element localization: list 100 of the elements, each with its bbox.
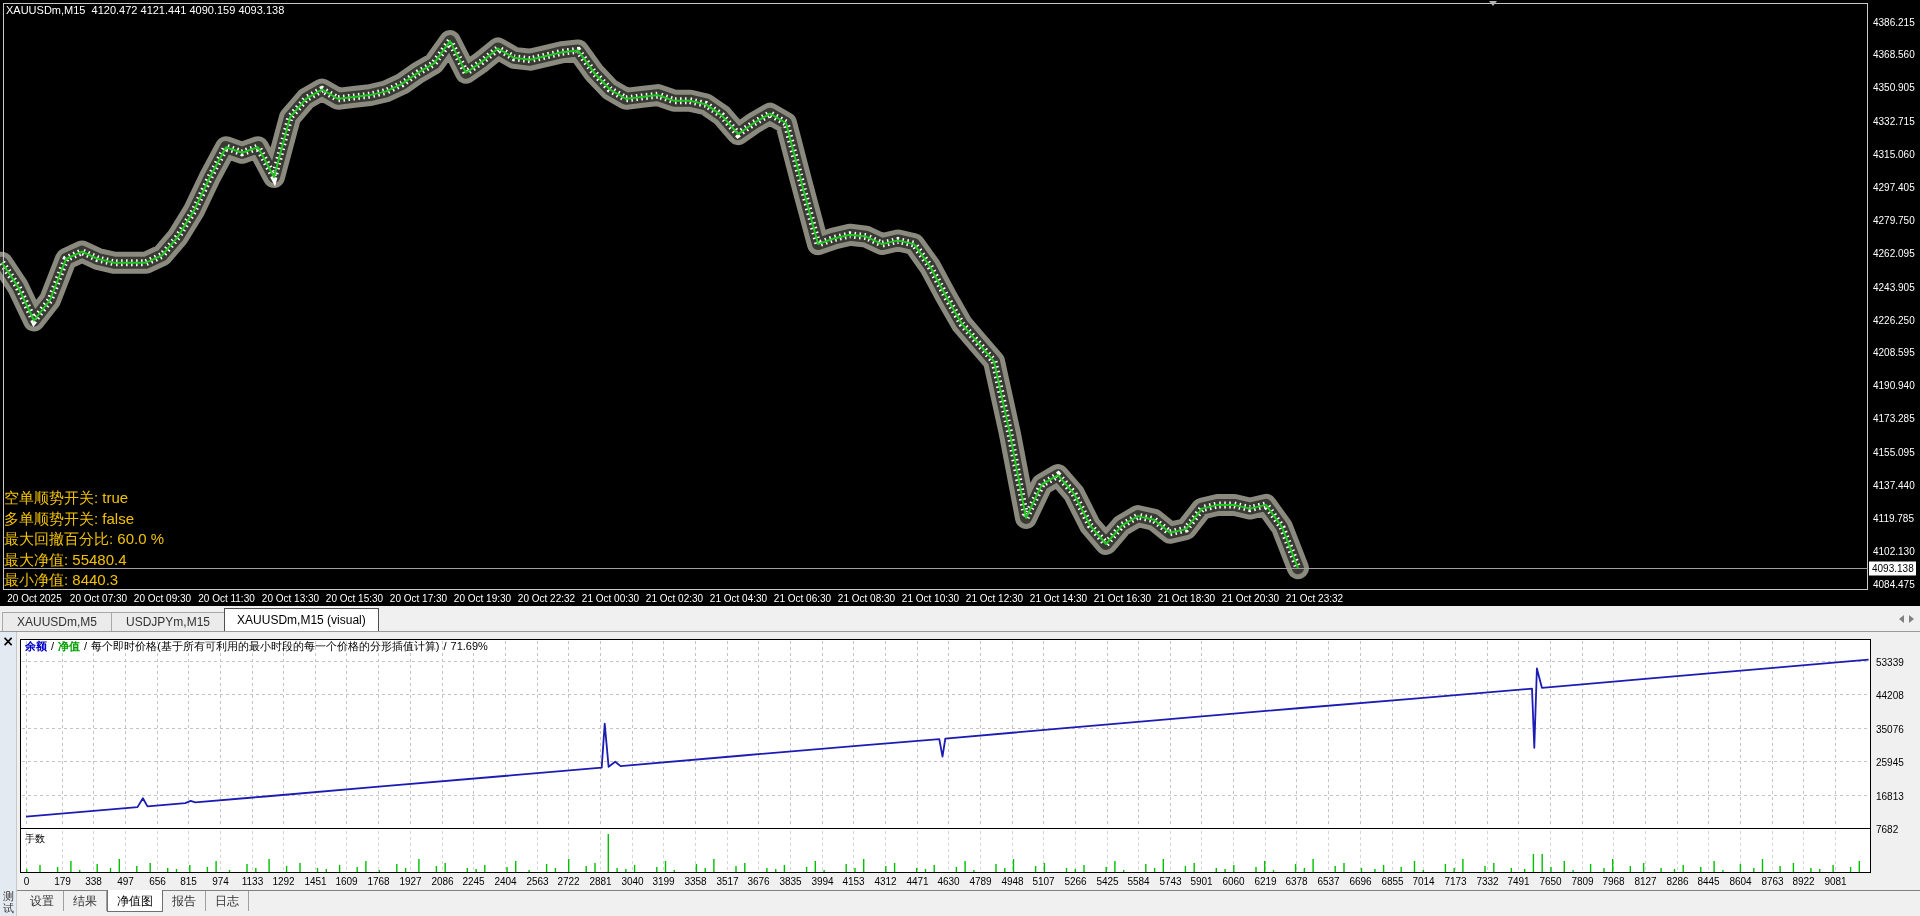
time-axis-label: 20 Oct 22:32 — [517, 593, 576, 604]
time-axis-label: 20 Oct 09:30 — [133, 593, 192, 604]
x-axis-label: 7491 — [1507, 876, 1530, 887]
x-axis-label: 8286 — [1666, 876, 1689, 887]
price-axis-label: 4262.095 — [1873, 247, 1915, 259]
x-axis-label: 338 — [85, 876, 102, 887]
x-axis-label: 179 — [54, 876, 71, 887]
x-axis-label: 2563 — [526, 876, 549, 887]
x-axis-label: 4948 — [1001, 876, 1024, 887]
time-axis-label: 21 Oct 02:30 — [645, 593, 704, 604]
close-button[interactable]: × — [2, 634, 14, 648]
time-axis-label: 21 Oct 18:30 — [1157, 593, 1216, 604]
time-axis-label: 21 Oct 23:32 — [1285, 593, 1344, 604]
x-axis-label: 1609 — [335, 876, 358, 887]
tester-tab[interactable]: 净值图 — [107, 890, 163, 912]
scroll-left-icon[interactable] — [1899, 614, 1904, 623]
legend-text: 每个即时价格(基于所有可利用的最小时段的每一个价格的分形插值计算) — [91, 640, 440, 653]
time-axis-label: 21 Oct 04:30 — [709, 593, 768, 604]
tester-tab[interactable]: 报告 — [163, 891, 206, 911]
x-axis-label: 4153 — [842, 876, 865, 887]
time-axis-label: 20 Oct 19:30 — [453, 593, 512, 604]
x-axis-label: 2881 — [589, 876, 612, 887]
y-axis-label: 44208 — [1876, 689, 1904, 701]
side-label: 测试 — [2, 889, 14, 914]
y-axis-label: 53339 — [1876, 656, 1904, 668]
price-axis-label: 4155.095 — [1873, 447, 1915, 459]
x-axis-label: 3358 — [684, 876, 707, 887]
tester-tab[interactable]: 日志 — [206, 891, 249, 911]
chart-tab[interactable]: XAUUSDm,M5 — [2, 612, 112, 631]
y-axis-label: 16813 — [1876, 790, 1904, 802]
x-axis-label: 3517 — [716, 876, 739, 887]
price-axis-label: 4119.785 — [1873, 512, 1914, 524]
x-axis-label: 0 — [23, 876, 30, 887]
legend-separator: / — [51, 640, 55, 653]
x-axis-label: 815 — [180, 876, 197, 887]
x-axis-label: 1768 — [367, 876, 390, 887]
price-axis-label: 4386.215 — [1873, 16, 1915, 28]
price-axis-label: 4350.905 — [1873, 82, 1915, 94]
time-axis-label: 20 Oct 07:30 — [69, 593, 128, 604]
y-axis-label: 7682 — [1876, 823, 1899, 835]
x-axis-label: 9081 — [1824, 876, 1847, 887]
price-axis-label: 4226.250 — [1873, 314, 1915, 326]
x-axis-label: 5584 — [1127, 876, 1150, 887]
price-axis-label: 4137.440 — [1873, 479, 1915, 491]
x-axis-label: 3994 — [811, 876, 834, 887]
x-axis-label: 6537 — [1317, 876, 1340, 887]
x-axis-label: 8922 — [1792, 876, 1815, 887]
x-axis-label: 5901 — [1190, 876, 1213, 887]
price-axis-label: 4190.940 — [1873, 380, 1915, 392]
tester-tab[interactable]: 设置 — [21, 891, 64, 911]
x-axis-label: 6696 — [1349, 876, 1372, 887]
x-axis-label: 7968 — [1602, 876, 1625, 887]
info-line: 最大回撤百分比: 60.0 % — [4, 530, 165, 547]
x-axis-label: 6060 — [1222, 876, 1245, 887]
time-axis-label: 21 Oct 10:30 — [901, 593, 960, 604]
x-axis-label: 1451 — [304, 876, 327, 887]
scroll-right-icon[interactable] — [1909, 614, 1914, 623]
chart-tab[interactable]: XAUUSDm,M15 (visual) — [224, 608, 379, 631]
x-axis-label: 2404 — [494, 876, 517, 887]
x-axis-label: 8763 — [1761, 876, 1784, 887]
x-axis-label: 7173 — [1444, 876, 1467, 887]
x-axis-label: 2086 — [431, 876, 454, 887]
x-axis-label: 7809 — [1571, 876, 1594, 887]
time-axis-label: 20 Oct 2025 — [7, 593, 62, 604]
price-axis-label: 4084.475 — [1873, 578, 1915, 590]
x-axis-label: 656 — [149, 876, 166, 887]
x-axis-label: 6378 — [1285, 876, 1308, 887]
x-axis-label: 1927 — [399, 876, 422, 887]
info-line: 多单顺势开关: false — [4, 509, 136, 527]
info-line: 最小净值: 8440.3 — [4, 571, 120, 588]
x-axis-label: 4312 — [874, 876, 897, 887]
x-axis-label: 3835 — [779, 876, 802, 887]
lots-pane-label: 手数 — [25, 833, 45, 844]
price-axis-label: 4368.560 — [1873, 49, 1915, 61]
x-axis-label: 5425 — [1096, 876, 1119, 887]
legend-text: 71.69% — [450, 640, 488, 653]
info-line: 空单顺势开关: true — [4, 489, 130, 506]
price-axis-label: 4297.405 — [1873, 181, 1915, 193]
x-axis-label: 6219 — [1254, 876, 1277, 887]
x-axis-label: 6855 — [1381, 876, 1404, 887]
x-axis-label: 497 — [117, 876, 134, 887]
x-axis-label: 5266 — [1064, 876, 1087, 887]
x-axis-label: 5107 — [1032, 876, 1055, 887]
price-axis-label: 4279.750 — [1873, 214, 1915, 226]
x-axis-label: 4630 — [937, 876, 960, 887]
y-axis-label: 25945 — [1876, 756, 1904, 768]
x-axis-label: 8445 — [1697, 876, 1720, 887]
legend-separator: / — [443, 640, 447, 653]
time-axis-label: 21 Oct 16:30 — [1093, 593, 1152, 604]
legend-label: 净值 — [58, 640, 81, 653]
chart-tab[interactable]: USDJPYm,M15 — [111, 612, 226, 631]
x-axis-label: 7650 — [1539, 876, 1562, 887]
time-axis-label: 21 Oct 00:30 — [581, 593, 640, 604]
time-axis-label: 21 Oct 08:30 — [837, 593, 896, 604]
time-axis-label: 21 Oct 06:30 — [773, 593, 832, 604]
x-axis-label: 1133 — [241, 876, 264, 887]
price-axis-label: 4173.285 — [1873, 413, 1915, 425]
x-axis-label: 3199 — [652, 876, 675, 887]
x-axis-label: 8127 — [1634, 876, 1657, 887]
price-axis-label: 4332.715 — [1873, 116, 1915, 128]
